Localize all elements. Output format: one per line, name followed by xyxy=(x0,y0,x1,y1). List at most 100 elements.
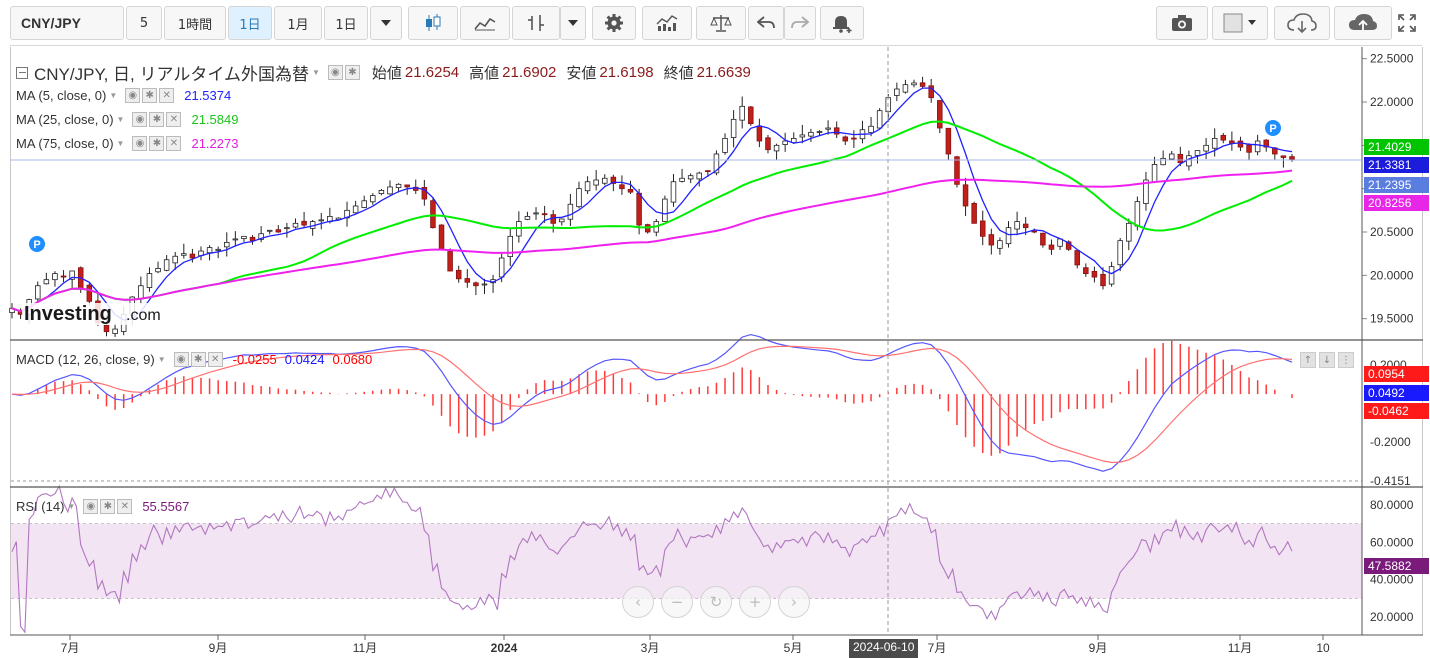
caret-down-icon[interactable]: ▼ xyxy=(117,115,125,124)
candle-body xyxy=(266,229,273,232)
ma25-value: 21.5849 xyxy=(191,112,239,127)
candle-body xyxy=(275,229,282,233)
candle-body xyxy=(370,195,376,203)
x-tick-label: 11月 xyxy=(353,641,377,655)
close-value: 21.6639 xyxy=(696,64,751,81)
x-tick-label: 3月 xyxy=(641,641,660,655)
x-tick-label: 10 xyxy=(1316,641,1330,655)
close-icon[interactable]: ✕ xyxy=(159,88,175,103)
candle-body xyxy=(112,328,118,334)
caret-down-icon[interactable]: ▼ xyxy=(158,355,166,364)
scroll-right-icon[interactable]: › xyxy=(778,586,810,618)
macd-legend: MACD (12, 26, close, 9) ▼ ◉ ✱ ✕ -0.0255 … xyxy=(16,352,372,367)
candle-body xyxy=(971,203,977,224)
candle-body xyxy=(979,220,986,237)
macd-tick-label: -0.4151 xyxy=(1370,474,1411,488)
candle-body xyxy=(1186,155,1192,167)
close-icon[interactable]: ✕ xyxy=(166,112,182,127)
open-value: 21.6254 xyxy=(404,64,460,81)
settings-icon[interactable]: ✱ xyxy=(100,499,116,514)
settings-icon[interactable]: ✱ xyxy=(149,112,165,127)
candle-body xyxy=(1108,266,1115,285)
rsi-legend: RSI (14) ▼ ◉ ✱ ✕ 55.5567 xyxy=(16,499,189,514)
visibility-icon[interactable]: ◉ xyxy=(327,65,343,80)
candle-body xyxy=(670,181,677,203)
rsi-label: RSI (14) xyxy=(16,499,65,514)
caret-down-icon[interactable]: ▼ xyxy=(117,139,125,148)
rsi-tick-label: 60.0000 xyxy=(1370,535,1414,549)
candle-body xyxy=(138,285,144,300)
candle-body xyxy=(705,170,711,173)
candle-body xyxy=(911,82,917,86)
candle-body xyxy=(1083,267,1089,275)
close-icon[interactable]: ✕ xyxy=(207,352,223,367)
visibility-icon[interactable]: ◉ xyxy=(132,136,148,151)
candle-body xyxy=(438,224,445,250)
move-up-icon[interactable]: ↑ xyxy=(1300,352,1316,368)
ma5-legend: MA (5, close, 0) ▼ ◉ ✱ ✕ 21.5374 xyxy=(16,88,231,103)
scroll-left-icon[interactable]: ‹ xyxy=(622,586,654,618)
candle-body xyxy=(1168,153,1175,160)
candle-body xyxy=(765,137,771,151)
macd-axis-tag: 0.0492 xyxy=(1364,385,1429,401)
close-icon[interactable]: ✕ xyxy=(117,499,133,514)
settings-icon[interactable]: ✱ xyxy=(142,88,158,103)
rsi-value: 55.5567 xyxy=(142,499,190,514)
candle-body xyxy=(481,283,488,286)
chart-title: CNY/JPY, 日, リアルタイム外国為替 xyxy=(34,65,309,84)
candle-body xyxy=(919,82,926,87)
price-tick-label: 20.5000 xyxy=(1370,225,1414,239)
rsi-tick-label: 40.0000 xyxy=(1370,573,1414,587)
ma-line-75 xyxy=(11,169,1293,313)
settings-icon[interactable]: ✱ xyxy=(344,65,360,80)
candle-body xyxy=(241,235,247,239)
candle-body xyxy=(1040,232,1046,246)
candle-body xyxy=(378,189,385,194)
caret-down-icon[interactable]: ▼ xyxy=(109,91,117,100)
price-tick-label: 19.5000 xyxy=(1370,312,1414,326)
candle-body xyxy=(833,127,840,135)
rsi-axis-tag: 47.5882 xyxy=(1364,557,1429,574)
candle-body xyxy=(86,284,93,302)
candle-body xyxy=(825,127,831,130)
reset-icon[interactable]: ↻ xyxy=(700,586,732,618)
ma75-value: 21.2273 xyxy=(191,136,239,151)
settings-icon[interactable]: ✱ xyxy=(190,352,206,367)
x-tick-label: 9月 xyxy=(1089,641,1108,655)
visibility-icon[interactable]: ◉ xyxy=(83,499,99,514)
candle-body xyxy=(1048,244,1055,250)
candle-body xyxy=(35,285,41,300)
candle-body xyxy=(1005,227,1012,245)
candle-body xyxy=(215,248,221,251)
candle-body xyxy=(103,324,110,333)
close-icon[interactable]: ✕ xyxy=(166,136,182,151)
crosshair-date: 2024-06-10 xyxy=(849,639,919,658)
candle-body xyxy=(447,251,453,272)
candle-body xyxy=(43,279,50,285)
candle-body xyxy=(1117,240,1123,266)
candle-body xyxy=(868,125,874,134)
visibility-icon[interactable]: ◉ xyxy=(132,112,148,127)
visibility-icon[interactable]: ◉ xyxy=(173,352,189,367)
candle-body xyxy=(395,183,402,189)
pane-menu-icon[interactable]: ⋮ xyxy=(1338,352,1354,368)
caret-down-icon[interactable]: ▼ xyxy=(312,68,320,77)
visibility-icon[interactable]: ◉ xyxy=(125,88,141,103)
candle-body xyxy=(301,220,307,226)
open-label: 始値 xyxy=(371,65,402,82)
candle-body xyxy=(60,275,67,278)
candle-body xyxy=(1151,163,1158,183)
caret-down-icon[interactable]: ▼ xyxy=(67,502,75,511)
candle-body xyxy=(748,106,754,125)
x-tick-label: 7月 xyxy=(61,641,80,655)
candle-body xyxy=(1194,150,1201,156)
svg-text:Investing: Investing xyxy=(24,303,112,325)
move-down-icon[interactable]: ↓ xyxy=(1319,352,1335,368)
zoom-in-icon[interactable]: + xyxy=(739,586,771,618)
candle-body xyxy=(464,278,471,283)
zoom-out-icon[interactable]: − xyxy=(661,586,693,618)
candle-body xyxy=(627,188,634,193)
candle-body xyxy=(52,273,58,281)
collapse-icon[interactable] xyxy=(16,66,28,79)
settings-icon[interactable]: ✱ xyxy=(149,136,165,151)
